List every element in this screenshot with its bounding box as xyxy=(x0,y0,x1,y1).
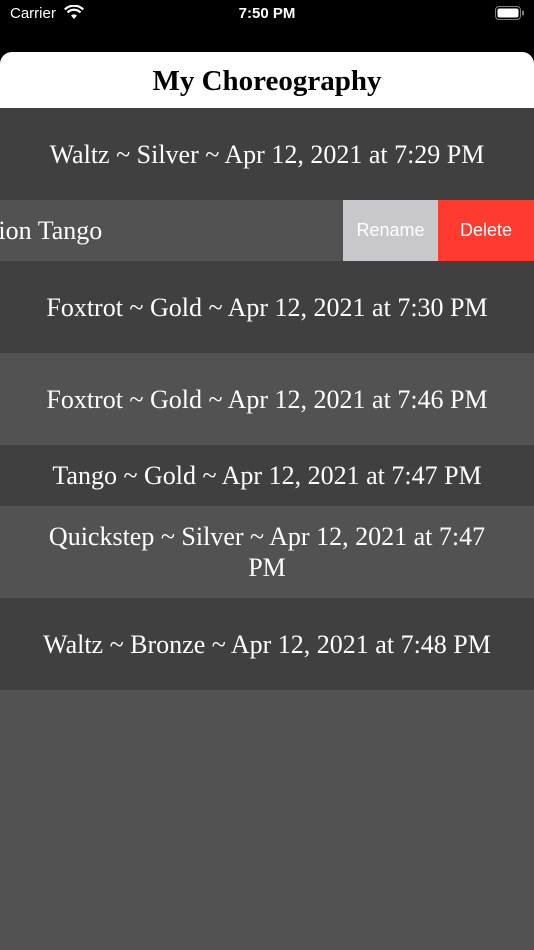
rename-button[interactable]: Rename xyxy=(343,200,438,261)
list-item-label: Quickstep ~ Silver ~ Apr 12, 2021 at 7:4… xyxy=(48,522,486,582)
list-item[interactable]: Quickstep ~ Silver ~ Apr 12, 2021 at 7:4… xyxy=(0,506,534,598)
list-item[interactable]: Tango ~ Gold ~ Apr 12, 2021 at 7:47 PM xyxy=(0,445,534,506)
list-item-label: Waltz ~ Bronze ~ Apr 12, 2021 at 7:48 PM xyxy=(43,629,491,659)
list-item[interactable]: Waltz ~ Bronze ~ Apr 12, 2021 at 7:48 PM xyxy=(0,598,534,690)
battery-icon xyxy=(495,6,525,24)
sheet-header: My Choreography xyxy=(0,52,534,108)
list-item[interactable]: Foxtrot ~ Gold ~ Apr 12, 2021 at 7:46 PM xyxy=(0,353,534,445)
choreography-sheet: My Choreography Waltz ~ Silver ~ Apr 12,… xyxy=(0,52,534,950)
choreography-list: Waltz ~ Silver ~ Apr 12, 2021 at 7:29 PM… xyxy=(0,108,534,690)
list-item[interactable]: Foxtrot ~ Gold ~ Apr 12, 2021 at 7:30 PM xyxy=(0,261,534,353)
list-item-swiped[interactable]: mpetition Tango Rename Delete xyxy=(0,200,534,261)
list-item-label: Tango ~ Gold ~ Apr 12, 2021 at 7:47 PM xyxy=(52,461,482,490)
status-bar: Carrier 7:50 PM xyxy=(0,0,534,44)
delete-button[interactable]: Delete xyxy=(438,200,534,261)
list-item-label: Foxtrot ~ Gold ~ Apr 12, 2021 at 7:30 PM xyxy=(46,292,488,322)
list-item-label: Waltz ~ Silver ~ Apr 12, 2021 at 7:29 PM xyxy=(49,139,485,169)
list-item-label: mpetition Tango xyxy=(0,215,103,245)
list-item[interactable]: Waltz ~ Silver ~ Apr 12, 2021 at 7:29 PM xyxy=(0,108,534,200)
status-time: 7:50 PM xyxy=(238,5,296,22)
page-title: My Choreography xyxy=(152,64,382,97)
list-item-label: Foxtrot ~ Gold ~ Apr 12, 2021 at 7:46 PM xyxy=(46,384,488,414)
